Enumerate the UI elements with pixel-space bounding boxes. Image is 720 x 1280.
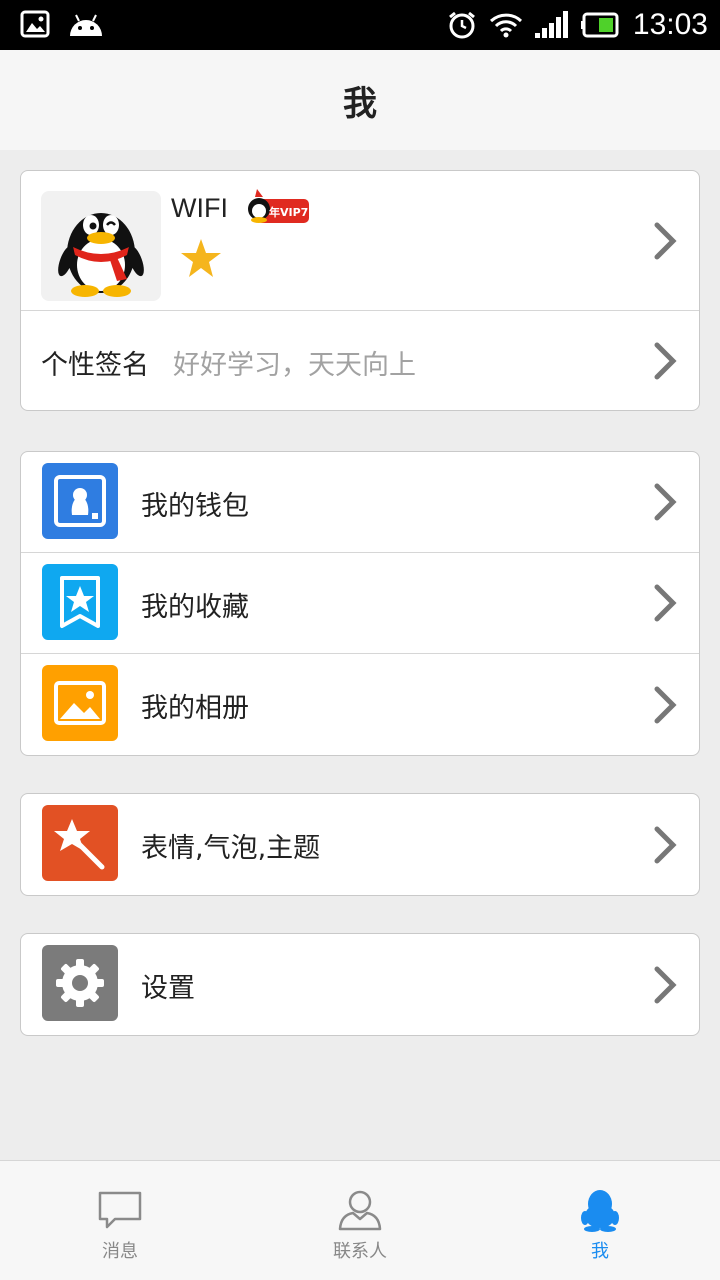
menu-item-emoticons-themes[interactable]: 表情,气泡,主题: [21, 794, 699, 895]
menu-item-wallet[interactable]: 我的钱包: [21, 452, 699, 553]
gear-icon: [42, 945, 118, 1021]
album-icon: [42, 665, 118, 741]
profile-card: WIFI 年VIP7 个性签名 好好学习，天天向上: [20, 170, 700, 411]
menu-item-album[interactable]: 我的相册: [21, 654, 699, 755]
chevron-right-icon: [654, 222, 677, 259]
message-icon: [98, 1191, 142, 1229]
chevron-right-icon: [654, 826, 677, 863]
menu-item-settings[interactable]: 设置: [21, 934, 699, 1035]
chevron-right-icon: [654, 686, 677, 723]
avatar[interactable]: [41, 191, 161, 301]
bottom-tab-bar: 消息 联系人 我: [0, 1160, 720, 1280]
favorites-icon: [42, 564, 118, 640]
signature-text: 好好学习，天天向上: [173, 350, 416, 381]
contacts-icon: [338, 1190, 382, 1231]
battery-icon: [580, 12, 619, 38]
signature-row[interactable]: 个性签名 好好学习，天天向上: [21, 311, 699, 410]
menu-item-label: 我的钱包: [141, 491, 249, 522]
chevron-right-icon: [654, 342, 677, 379]
page-title: 我: [343, 83, 377, 124]
wallet-icon: [42, 463, 118, 539]
menu-group-3: 设置: [20, 933, 700, 1036]
nickname: WIFI: [171, 193, 228, 223]
menu-item-label: 设置: [141, 973, 195, 1004]
penguin-avatar-icon: [58, 213, 144, 297]
status-time: 13:03: [632, 8, 708, 41]
tab-contacts[interactable]: 联系人: [240, 1161, 480, 1280]
menu-item-label: 我的相册: [141, 693, 249, 724]
vip-badge[interactable]: 年VIP7: [247, 185, 311, 231]
menu-item-favorites[interactable]: 我的收藏: [21, 553, 699, 654]
wifi-icon: [489, 13, 522, 38]
me-penguin-icon: [581, 1190, 619, 1232]
alarm-icon: [448, 11, 475, 39]
menu-group-2: 表情,气泡,主题: [20, 793, 700, 896]
signature-label: 个性签名: [41, 350, 149, 381]
android-icon: [70, 14, 102, 36]
menu-item-label: 表情,气泡,主题: [141, 833, 321, 864]
chevron-right-icon: [654, 966, 677, 1003]
tab-label: 联系人: [333, 1241, 387, 1262]
title-bar: 我: [0, 50, 720, 150]
status-bar: 13:03: [0, 0, 720, 50]
chevron-right-icon: [654, 483, 677, 521]
tab-label: 我: [591, 1241, 609, 1262]
menu-item-label: 我的收藏: [141, 592, 249, 623]
tab-messages[interactable]: 消息: [0, 1161, 240, 1280]
star-level-icon: [181, 239, 221, 277]
tab-me[interactable]: 我: [480, 1161, 720, 1280]
profile-row[interactable]: WIFI 年VIP7: [21, 171, 699, 311]
signal-icon: [534, 11, 568, 38]
magic-wand-icon: [42, 805, 118, 881]
gallery-icon: [20, 10, 50, 38]
menu-group-1: 我的钱包 我的收藏 我的相册: [20, 451, 700, 756]
chevron-right-icon: [654, 584, 677, 622]
vip-badge-icon: 年VIP7: [248, 189, 309, 223]
vip-badge-text: 年VIP7: [269, 205, 308, 219]
tab-label: 消息: [102, 1241, 138, 1262]
